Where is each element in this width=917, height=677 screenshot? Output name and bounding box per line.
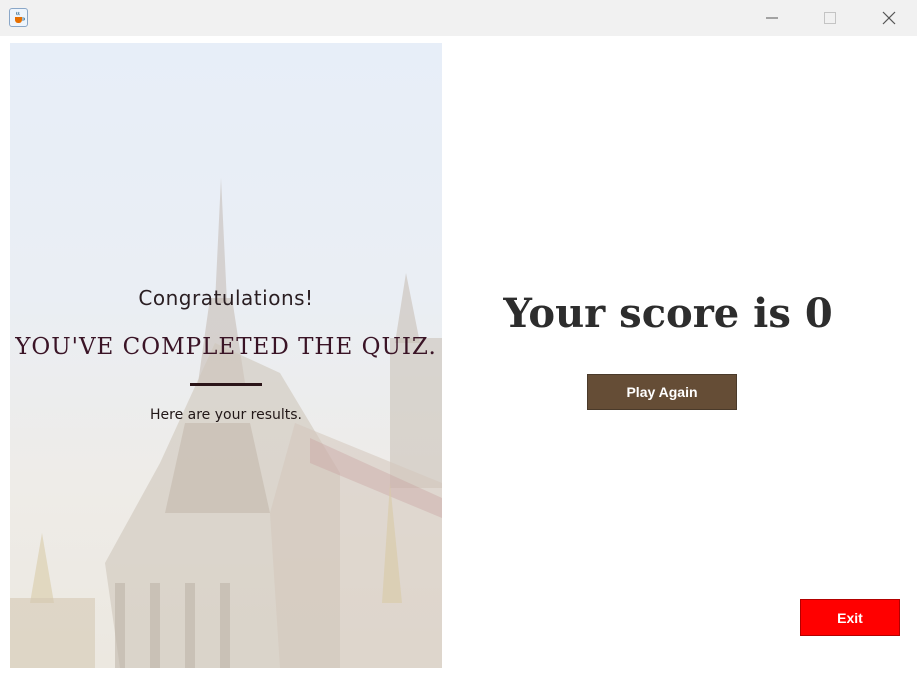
java-cup-icon [9, 8, 28, 27]
maximize-button[interactable] [807, 0, 853, 36]
minimize-button[interactable] [749, 0, 795, 36]
title-bar [0, 0, 917, 36]
quiz-completed-heading: YOU'VE COMPLETED THE QUIZ. [15, 334, 437, 360]
close-icon [882, 11, 896, 25]
divider [190, 383, 262, 386]
congratulations-heading: Congratulations! [138, 286, 314, 310]
score-text: Your score is 0 [503, 290, 833, 337]
play-again-button[interactable]: Play Again [587, 374, 737, 410]
results-banner: Congratulations! YOU'VE COMPLETED THE QU… [10, 43, 442, 668]
minimize-icon [766, 17, 778, 19]
close-button[interactable] [866, 0, 912, 36]
maximize-icon [824, 12, 836, 24]
results-subtitle: Here are your results. [149, 407, 303, 423]
exit-button[interactable]: Exit [800, 599, 900, 636]
